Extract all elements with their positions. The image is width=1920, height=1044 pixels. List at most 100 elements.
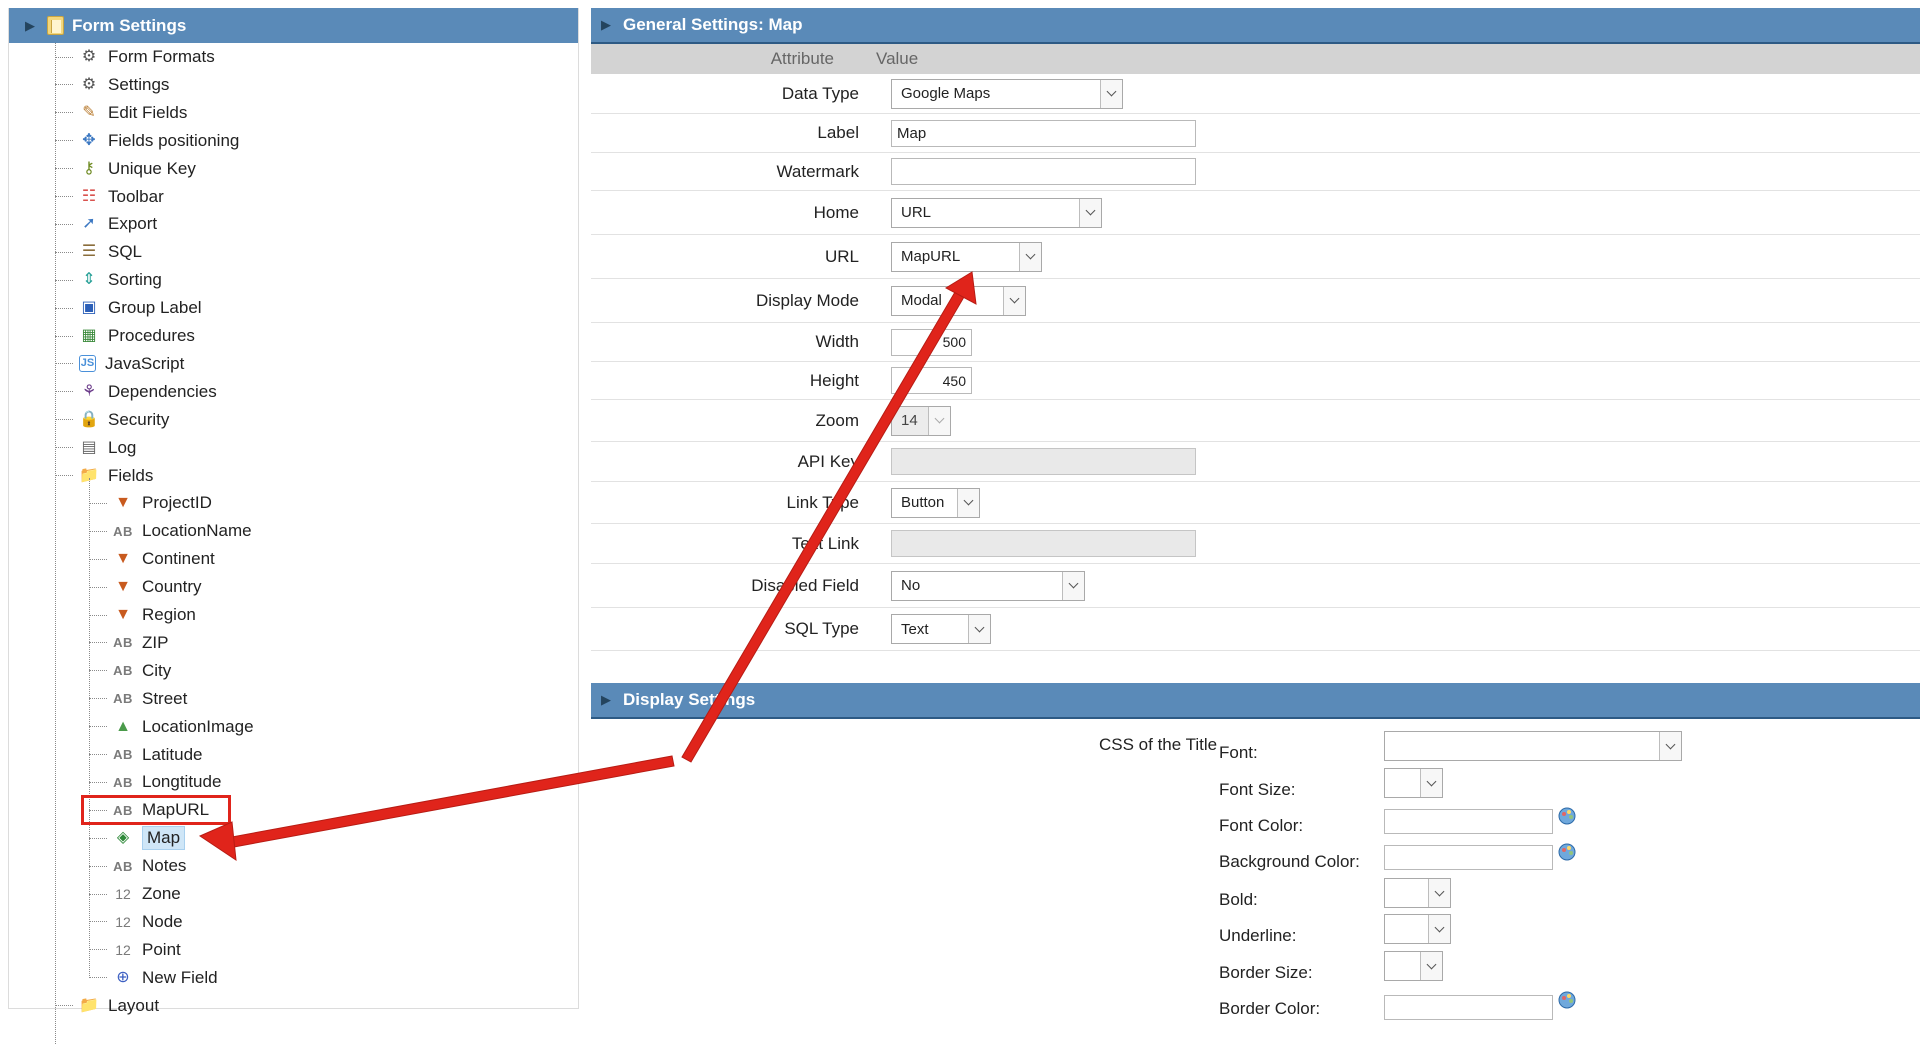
- tree-header[interactable]: ▶ Form Settings: [9, 8, 578, 43]
- watermark-label: Watermark: [776, 161, 860, 181]
- bold-select[interactable]: [1384, 878, 1451, 908]
- tree-item[interactable]: 12 Node: [89, 908, 183, 936]
- tree-connector: [55, 447, 73, 449]
- tree-item[interactable]: AB City: [89, 657, 171, 685]
- tree-item[interactable]: AB Latitude: [89, 741, 203, 769]
- zoom-select[interactable]: 14: [891, 405, 951, 436]
- tree-item-label: LocationImage: [142, 716, 254, 736]
- label-input[interactable]: Map: [891, 119, 1196, 147]
- underline-select[interactable]: [1384, 914, 1451, 944]
- tree-item[interactable]: JS JavaScript: [55, 350, 184, 378]
- general-settings-header[interactable]: ▶ General Settings: Map: [591, 8, 1920, 44]
- tree-connector: [89, 893, 107, 895]
- tree-connector: [89, 781, 107, 783]
- tree-item[interactable]: ▦ Procedures: [55, 322, 195, 350]
- height-input[interactable]: 450: [891, 367, 972, 394]
- tree-item-label: Point: [142, 939, 181, 959]
- height-label: Height: [809, 370, 859, 390]
- tree-item[interactable]: 12 Zone: [89, 880, 181, 908]
- chevron-down-icon: [1428, 879, 1450, 907]
- row-zoom: Zoom 14: [591, 400, 1920, 442]
- tree-item[interactable]: AB Notes: [89, 852, 186, 880]
- tree-item[interactable]: ⚘ Dependencies: [55, 378, 217, 406]
- api-key-input[interactable]: [891, 448, 1196, 475]
- tree-item[interactable]: ▼ Continent: [89, 545, 215, 573]
- tree-connector: [55, 56, 73, 58]
- tree-item-label: ZIP: [142, 632, 169, 652]
- tree-item[interactable]: ▲ LocationImage: [89, 713, 254, 741]
- chevron-down-icon: [1428, 915, 1450, 943]
- border-size-select[interactable]: [1384, 951, 1443, 981]
- width-input[interactable]: 500: [891, 328, 972, 356]
- tree-item-label: ProjectID: [142, 493, 212, 513]
- tree-item[interactable]: ⊕ New Field: [89, 964, 218, 992]
- tree-item[interactable]: ⇕ Sorting: [55, 266, 162, 294]
- label-label: Label: [817, 123, 859, 142]
- tree-item[interactable]: ✎ Edit Fields: [55, 99, 187, 127]
- expand-triangle-icon[interactable]: ▶: [601, 17, 611, 33]
- tree-item-label: Settings: [108, 74, 170, 94]
- lock-icon: 🔒: [79, 410, 99, 428]
- color-picker-icon[interactable]: [1557, 842, 1579, 862]
- data-type-label: Data Type: [781, 83, 859, 103]
- tree-item-label: Sorting: [108, 270, 162, 290]
- chevron-down-icon: [1019, 242, 1041, 271]
- data-type-select[interactable]: Google Maps: [891, 78, 1123, 109]
- tree-connector: [55, 419, 73, 421]
- tree-item[interactable]: ▣ Group Label: [55, 294, 202, 322]
- database-icon: ☰: [81, 243, 97, 261]
- display-settings-header[interactable]: ▶ Display Settings: [591, 683, 1920, 719]
- font-size-select[interactable]: [1384, 768, 1443, 798]
- font-label: Font:: [1219, 743, 1258, 762]
- tree-item[interactable]: 12 Point: [89, 936, 181, 964]
- tree-item[interactable]: AB Longtitude: [89, 768, 221, 796]
- tree-item[interactable]: ◈ Map: [89, 824, 186, 852]
- tree-connector: [55, 307, 73, 309]
- display-mode-select[interactable]: Modal: [891, 285, 1026, 316]
- tree-item[interactable]: ▼ Country: [89, 573, 202, 601]
- tree-item[interactable]: ➚ Export: [55, 210, 157, 238]
- text-link-input[interactable]: [891, 530, 1196, 557]
- link-type-label: Link Type: [786, 492, 859, 512]
- tree-item-label: Node: [142, 911, 183, 931]
- tree-item[interactable]: 📁 Fields: [55, 462, 153, 490]
- home-select[interactable]: URL: [891, 197, 1102, 228]
- text-link-label: Text Link: [791, 533, 859, 553]
- tree-item[interactable]: ⚙ Form Formats: [55, 43, 215, 71]
- tree-item[interactable]: ✥ Fields positioning: [55, 127, 239, 155]
- tree-item[interactable]: ☷ Toolbar: [55, 183, 164, 211]
- tree-item[interactable]: AB LocationName: [89, 517, 252, 545]
- sql-type-label: SQL Type: [784, 619, 859, 638]
- sql-type-select[interactable]: Text: [891, 614, 991, 644]
- expand-triangle-icon[interactable]: ▶: [601, 692, 611, 708]
- color-picker-icon[interactable]: [1557, 806, 1579, 826]
- font-color-label: Font Color:: [1219, 816, 1304, 835]
- tree-connector: [89, 865, 107, 867]
- text-field-icon: AB: [113, 635, 133, 651]
- font-select[interactable]: [1384, 731, 1682, 761]
- watermark-input[interactable]: [891, 158, 1196, 185]
- background-color-input[interactable]: [1384, 845, 1553, 870]
- folder-icon: 📁: [79, 996, 99, 1014]
- expand-triangle-icon[interactable]: ▶: [25, 18, 35, 34]
- tree-connector: [89, 837, 107, 839]
- tree-item[interactable]: ☰ SQL: [55, 238, 142, 266]
- tree-item-layout[interactable]: 📁 Layout: [55, 992, 159, 1020]
- tree-item-label: Street: [142, 688, 188, 708]
- tree-item[interactable]: AB ZIP: [89, 629, 168, 657]
- tree-item[interactable]: ▤ Log: [55, 434, 136, 462]
- tree-item[interactable]: ⚷ Unique Key: [55, 155, 196, 183]
- url-select[interactable]: MapURL: [891, 241, 1042, 272]
- tree-item[interactable]: ⚙ Settings: [55, 71, 169, 99]
- disabled-field-select[interactable]: No: [891, 570, 1085, 601]
- border-color-input[interactable]: [1384, 995, 1553, 1020]
- display-mode-label: Display Mode: [756, 290, 859, 310]
- tree-item[interactable]: ▼ ProjectID: [89, 489, 212, 517]
- tree-item-label: Security: [108, 409, 170, 429]
- font-color-input[interactable]: [1384, 809, 1553, 834]
- tree-item[interactable]: 🔒 Security: [55, 406, 169, 434]
- color-picker-icon[interactable]: [1557, 990, 1579, 1010]
- tree-item[interactable]: ▼ Region: [89, 601, 196, 629]
- tree-item[interactable]: AB Street: [89, 685, 187, 713]
- link-type-select[interactable]: Button: [891, 487, 980, 518]
